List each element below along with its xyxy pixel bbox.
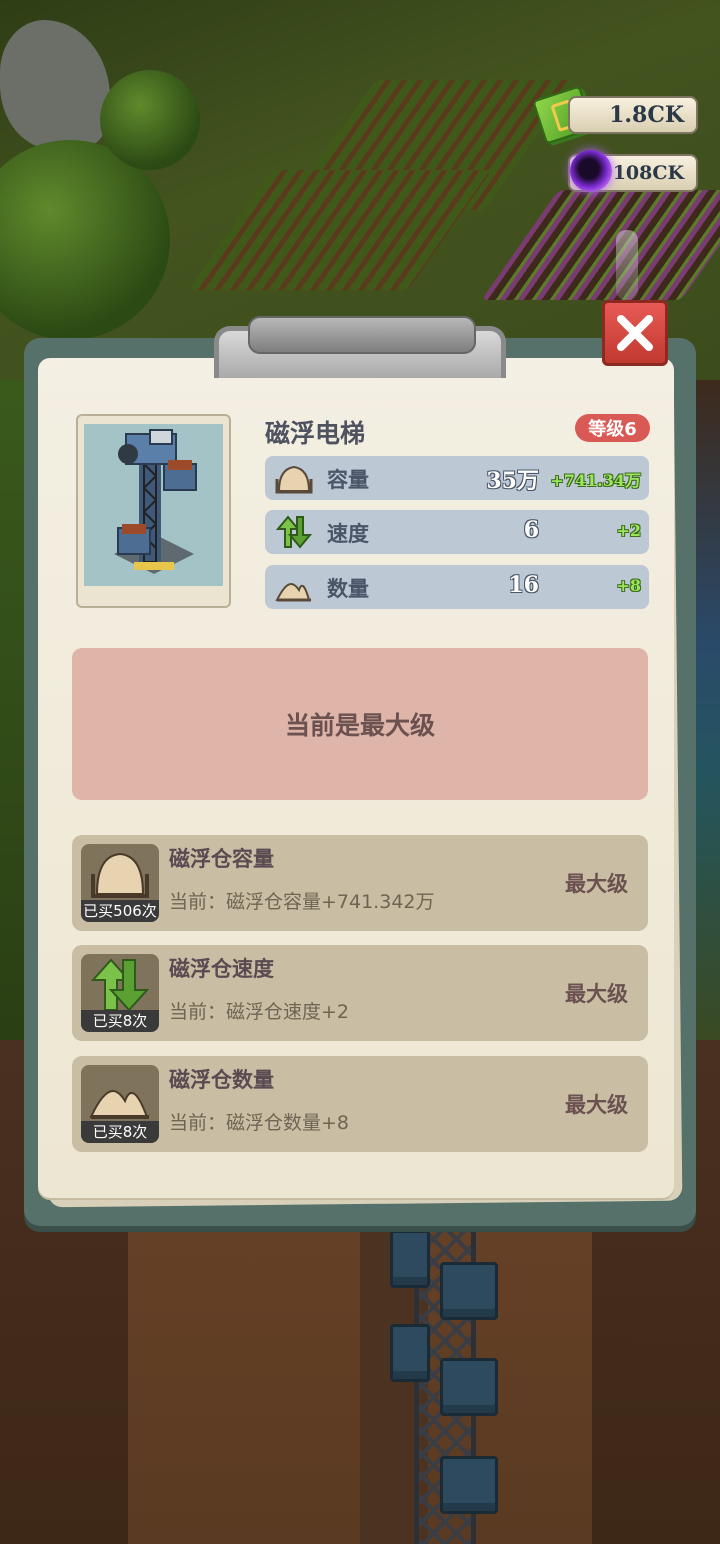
speed-icon <box>275 515 313 549</box>
close-icon <box>617 315 653 351</box>
stat-value: 6 <box>523 517 539 543</box>
stat-quantity: 数量 16 +8 <box>265 565 649 609</box>
speed-icon <box>90 958 150 1012</box>
upgrade-row-quantity: 已买8次 磁浮仓数量 当前：磁浮仓数量+8 最大级 <box>72 1056 648 1152</box>
elevator-bucket <box>390 1230 430 1288</box>
stat-bonus: +8 <box>616 576 641 595</box>
stat-bonus: +2 <box>616 521 641 540</box>
stat-bonus: +741.34万 <box>550 471 641 490</box>
elevator-bucket <box>390 1324 430 1382</box>
quantity-icon <box>89 1089 149 1119</box>
upgrade-icon-box: 已买8次 <box>81 1065 159 1143</box>
upgrade-max-button[interactable]: 最大级 <box>565 868 628 898</box>
tree <box>100 70 200 170</box>
item-title: 磁浮电梯 <box>265 419 366 448</box>
elevator-bucket <box>440 1262 498 1320</box>
upgrade-name: 磁浮仓速度 <box>169 957 274 981</box>
purchase-count: 已买506次 <box>81 900 159 922</box>
upgrade-max-button[interactable]: 最大级 <box>565 1089 628 1119</box>
upgrade-max-button[interactable]: 最大级 <box>565 978 628 1008</box>
clipboard-clip-bar <box>248 316 476 354</box>
level-badge: 等级6 <box>575 414 650 442</box>
upgrade-row-speed: 已买8次 磁浮仓速度 当前：磁浮仓速度+2 最大级 <box>72 945 648 1041</box>
capacity-icon <box>91 852 149 898</box>
upgrade-name: 磁浮仓数量 <box>169 1068 274 1092</box>
stat-value: 35万 <box>486 468 539 494</box>
cash-counter[interactable]: 1.8CK <box>568 96 698 134</box>
dark-orb-icon <box>570 150 612 192</box>
stat-label: 数量 <box>327 577 369 601</box>
maglev-elevator-icon <box>84 424 223 586</box>
capacity-icon <box>275 465 313 494</box>
quantity-icon <box>275 582 311 602</box>
purchase-count: 已买8次 <box>81 1010 159 1032</box>
stat-speed: 速度 6 +2 <box>265 510 649 554</box>
elevator-bucket <box>440 1358 498 1416</box>
upgrade-icon-box: 已买8次 <box>81 954 159 1032</box>
upgrade-row-capacity: 已买506次 磁浮仓容量 当前：磁浮仓容量+741.342万 最大级 <box>72 835 648 931</box>
upgrade-icon-box: 已买506次 <box>81 844 159 922</box>
upgrade-name: 磁浮仓容量 <box>169 847 274 871</box>
upgrade-desc: 当前：磁浮仓速度+2 <box>169 1001 350 1023</box>
maglev-elevator-image <box>84 424 223 586</box>
purchase-count: 已买8次 <box>81 1121 159 1143</box>
cash-amount: 1.8CK <box>609 102 684 128</box>
gem-amount: 108CK <box>612 162 684 184</box>
max-level-banner: 当前是最大级 <box>72 648 648 800</box>
stat-capacity: 容量 35万 +741.34万 <box>265 456 649 500</box>
stat-label: 容量 <box>327 468 369 492</box>
chimney-smoke <box>616 230 638 300</box>
close-button[interactable] <box>602 300 668 366</box>
stat-value: 16 <box>508 572 539 598</box>
upgrade-desc: 当前：磁浮仓数量+8 <box>169 1112 350 1134</box>
stat-label: 速度 <box>327 522 369 546</box>
upgrade-desc: 当前：磁浮仓容量+741.342万 <box>169 891 435 913</box>
elevator-bucket <box>440 1456 498 1514</box>
